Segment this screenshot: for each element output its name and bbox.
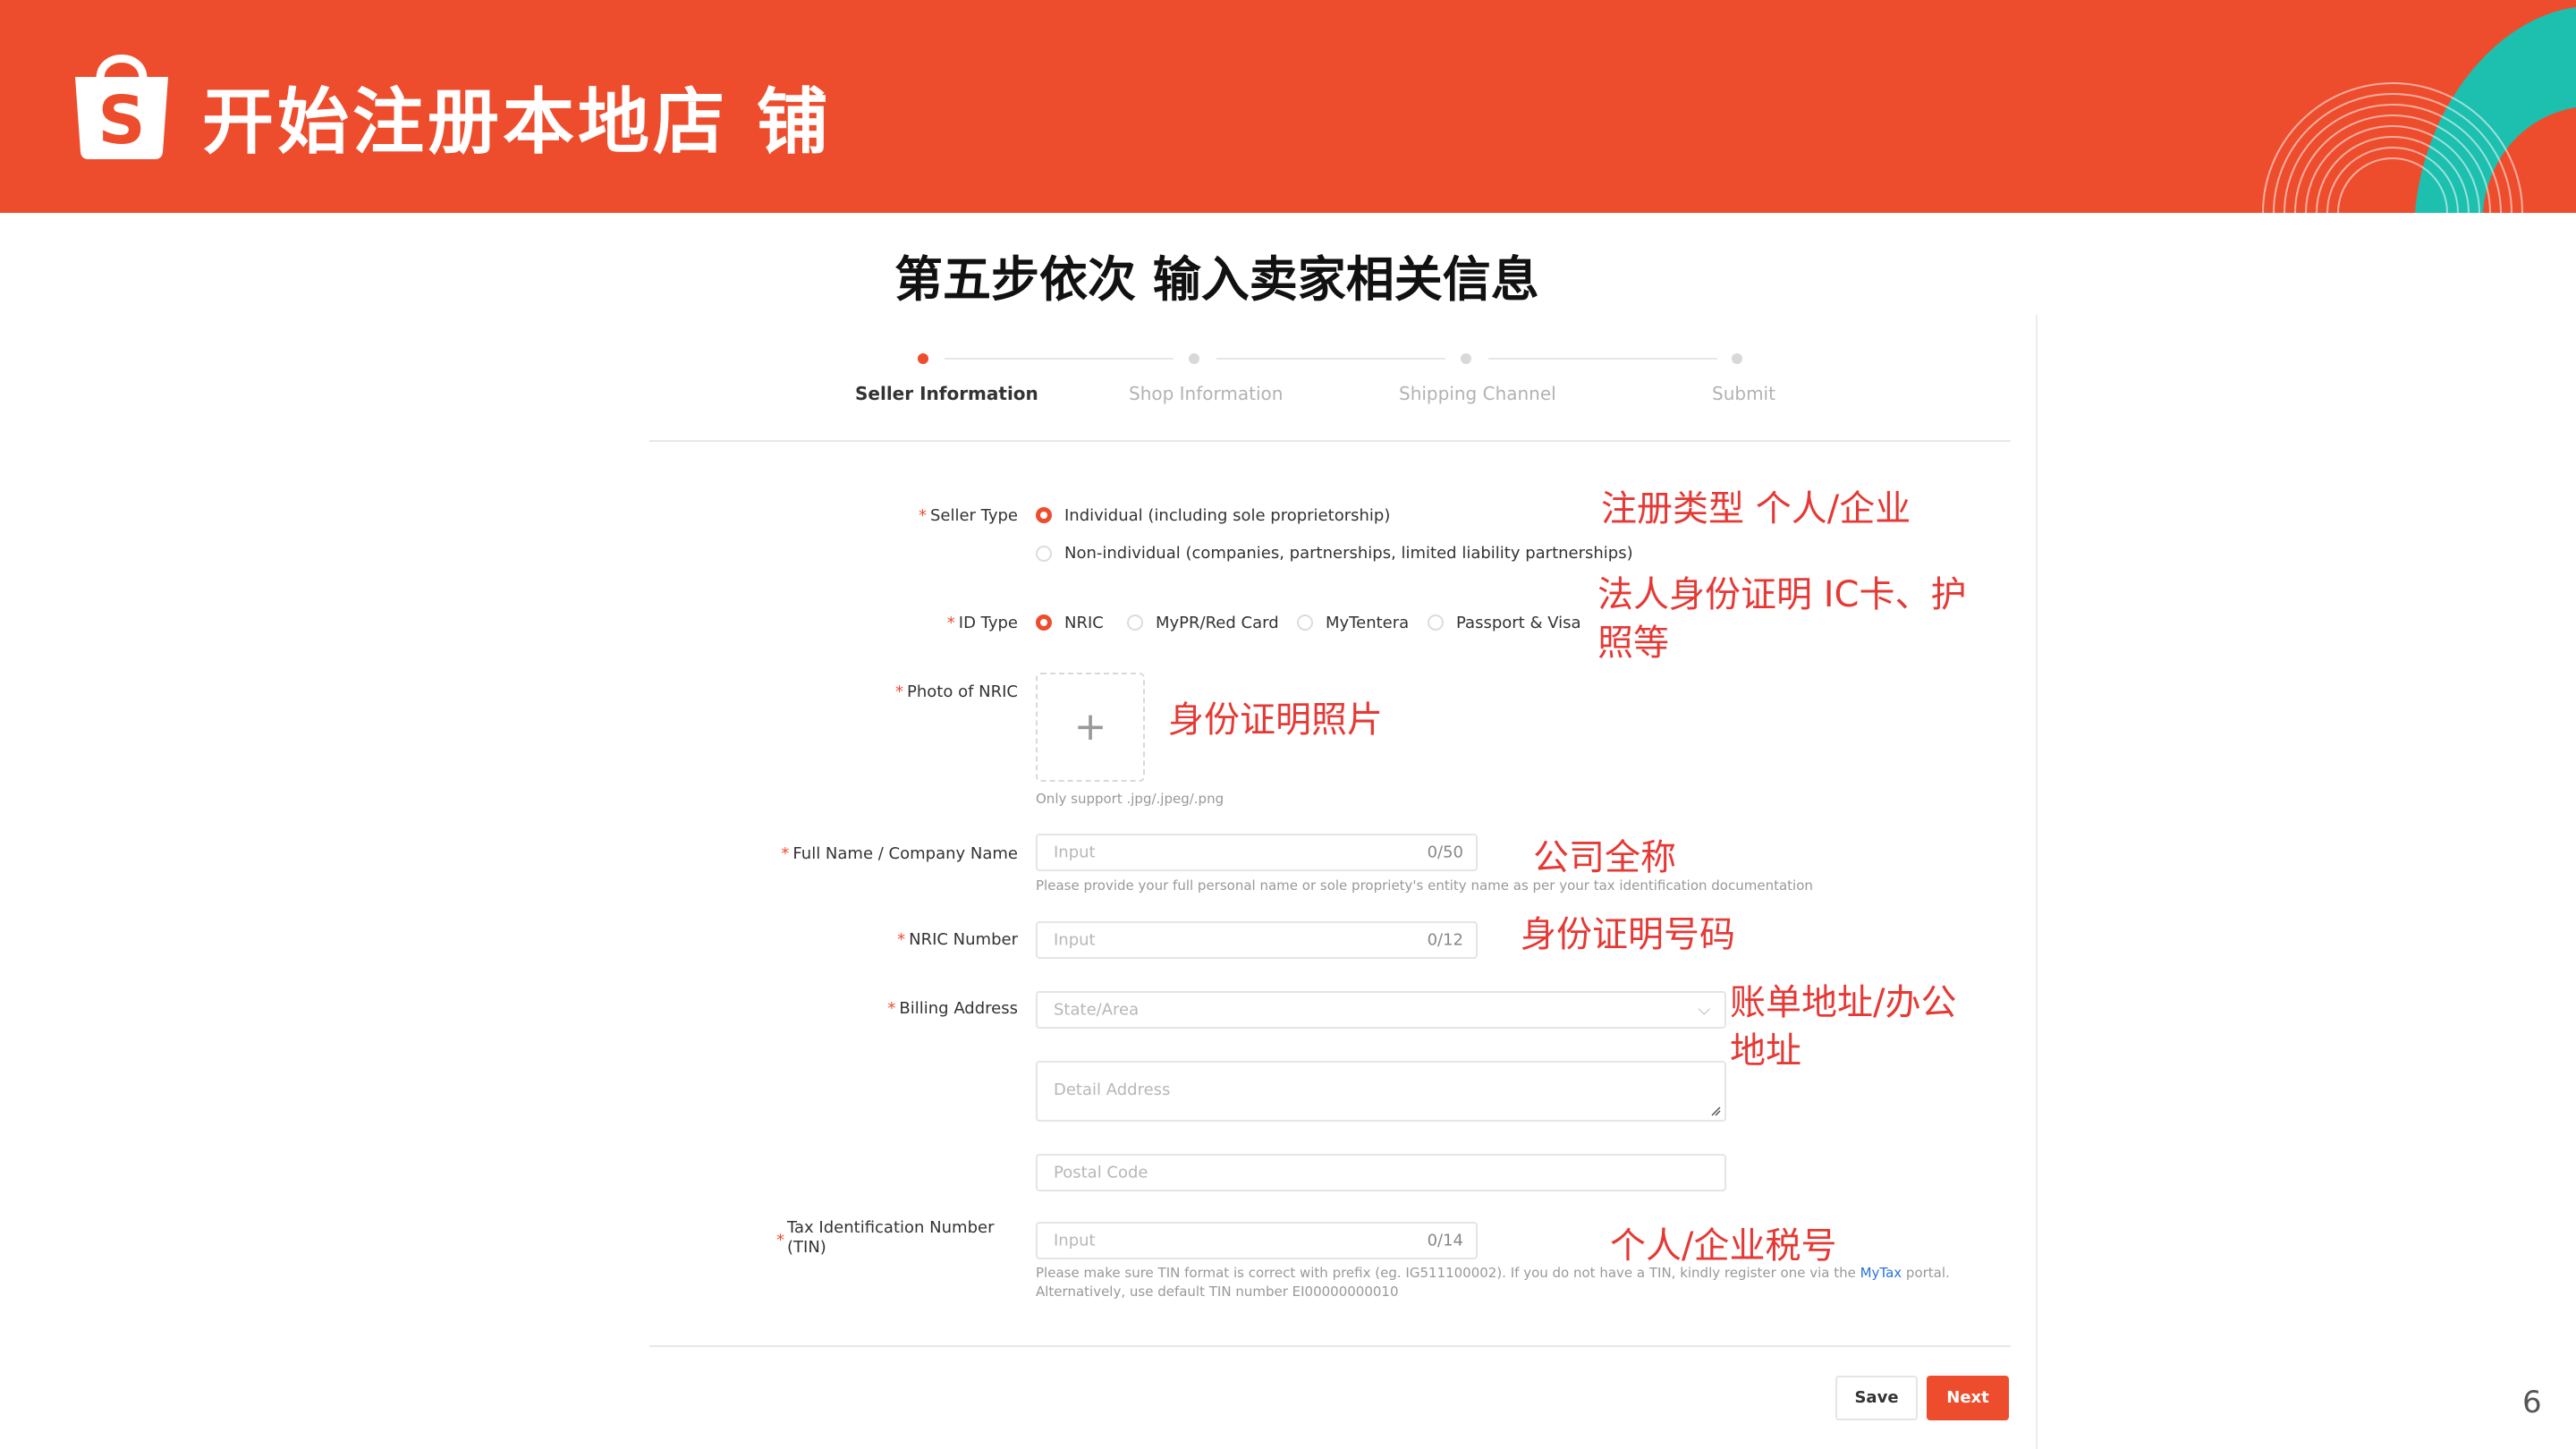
plus-icon: +	[1073, 704, 1107, 750]
id-type-mytentera-radio[interactable]	[1297, 614, 1313, 631]
annotation-id-type: 法人身份证明 IC卡、护	[1597, 574, 1967, 615]
tin-placeholder: Input	[1054, 1231, 1096, 1250]
step-dot-shop-information	[1189, 353, 1199, 364]
annotation-tin: 个人/企业税号	[1610, 1225, 1837, 1267]
id-type-passport-radio[interactable]	[1428, 614, 1444, 631]
nric-number-input[interactable]: Input 0/12	[1036, 921, 1478, 959]
decorative-arcs	[2262, 7, 2576, 213]
step-label-seller-information[interactable]: Seller Information	[855, 383, 1038, 404]
state-area-placeholder: State/Area	[1054, 1000, 1140, 1020]
seller-type-label: * Seller Type	[918, 506, 1018, 525]
step-label-submit[interactable]: Submit	[1712, 383, 1775, 404]
nric-number-placeholder: Input	[1054, 930, 1096, 950]
annotation-seller-type: 注册类型 个人/企业	[1601, 488, 1911, 530]
nric-number-label: * NRIC Number	[897, 930, 1018, 949]
required-mark: *	[776, 1231, 784, 1250]
id-type-passport-option[interactable]: Passport & Visa	[1456, 614, 1581, 632]
annotation-billing-address-cont: 地址	[1730, 1030, 1801, 1072]
step-subtitle: 第五步依次 输入卖家相关信息	[894, 251, 1539, 308]
step-dot-seller-information	[918, 353, 928, 364]
step-connector	[1216, 358, 1445, 360]
logo-letter: S	[97, 82, 145, 159]
annotation-photo: 身份证明照片	[1168, 699, 1383, 741]
header-bar: S 开始注册本地店 铺	[0, 0, 2576, 213]
footer-divider	[649, 1345, 2011, 1347]
full-name-label: * Full Name / Company Name	[781, 844, 1018, 863]
step-connector	[945, 358, 1174, 360]
annotation-full-name: 公司全称	[1533, 837, 1676, 878]
required-mark: *	[918, 506, 927, 525]
stepper-divider	[649, 440, 2011, 442]
page-title: 开始注册本地店 铺	[202, 80, 832, 164]
annotation-id-type-cont: 照等	[1597, 623, 1669, 664]
id-type-nric-option[interactable]: NRIC	[1064, 614, 1104, 632]
required-mark: *	[781, 844, 790, 863]
photo-format-hint: Only support .jpg/.jpeg/.png	[1036, 791, 1224, 807]
step-dot-shipping-channel	[1461, 353, 1471, 364]
step-dot-submit	[1732, 353, 1742, 364]
seller-type-nonindividual-option[interactable]: Non-individual (companies, partnerships,…	[1064, 544, 1633, 563]
tin-label: * Tax Identification Number (TIN)	[776, 1218, 995, 1257]
resize-handle-icon[interactable]	[1710, 1106, 1721, 1116]
annotation-billing-address: 账单地址/办公	[1730, 982, 1957, 1023]
postal-code-input[interactable]: Postal Code	[1036, 1154, 1726, 1191]
step-connector	[1488, 358, 1717, 360]
seller-type-individual-radio[interactable]	[1036, 507, 1052, 523]
id-type-mypr-radio[interactable]	[1127, 614, 1143, 631]
chevron-down-icon: ⌵	[1698, 1000, 1710, 1020]
required-mark: *	[897, 930, 906, 949]
nric-number-counter: 0/12	[1427, 930, 1463, 950]
shopee-bag-icon: S	[75, 55, 168, 159]
id-type-mytentera-option[interactable]: MyTentera	[1326, 614, 1409, 632]
billing-address-label: * Billing Address	[887, 999, 1018, 1018]
step-label-shipping-channel[interactable]: Shipping Channel	[1399, 383, 1556, 404]
save-button[interactable]: Save	[1835, 1376, 1918, 1420]
required-mark: *	[895, 682, 903, 701]
full-name-counter: 0/50	[1427, 843, 1463, 862]
id-type-label: * ID Type	[946, 614, 1018, 632]
tin-default-hint: Alternatively, use default TIN number EI…	[1036, 1284, 1399, 1300]
step-label-shop-information[interactable]: Shop Information	[1129, 383, 1283, 404]
next-button[interactable]: Next	[1927, 1376, 2009, 1420]
seller-type-nonindividual-radio[interactable]	[1036, 546, 1052, 562]
detail-address-textarea[interactable]: Detail Address	[1036, 1061, 1726, 1122]
state-area-select[interactable]: State/Area ⌵	[1036, 991, 1726, 1029]
photo-nric-label: * Photo of NRIC	[895, 682, 1018, 701]
page-number: 6	[2522, 1385, 2542, 1420]
seller-type-individual-option[interactable]: Individual (including sole proprietorshi…	[1064, 506, 1390, 525]
required-mark: *	[946, 614, 955, 632]
panel-divider	[2036, 315, 2038, 1449]
id-type-nric-radio[interactable]	[1036, 614, 1052, 631]
full-name-hint: Please provide your full personal name o…	[1036, 877, 1813, 894]
detail-address-placeholder: Detail Address	[1054, 1080, 1171, 1099]
full-name-placeholder: Input	[1054, 843, 1096, 862]
required-mark: *	[887, 999, 896, 1018]
full-name-input[interactable]: Input 0/50	[1036, 834, 1478, 871]
annotation-nric-number: 身份证明号码	[1521, 914, 1735, 955]
tin-input[interactable]: Input 0/14	[1036, 1222, 1478, 1259]
id-type-mypr-option[interactable]: MyPR/Red Card	[1156, 614, 1279, 632]
photo-upload-box[interactable]: +	[1036, 673, 1145, 782]
mytax-link[interactable]: MyTax	[1860, 1265, 1902, 1281]
tin-counter: 0/14	[1427, 1231, 1463, 1250]
postal-code-placeholder: Postal Code	[1054, 1163, 1148, 1182]
